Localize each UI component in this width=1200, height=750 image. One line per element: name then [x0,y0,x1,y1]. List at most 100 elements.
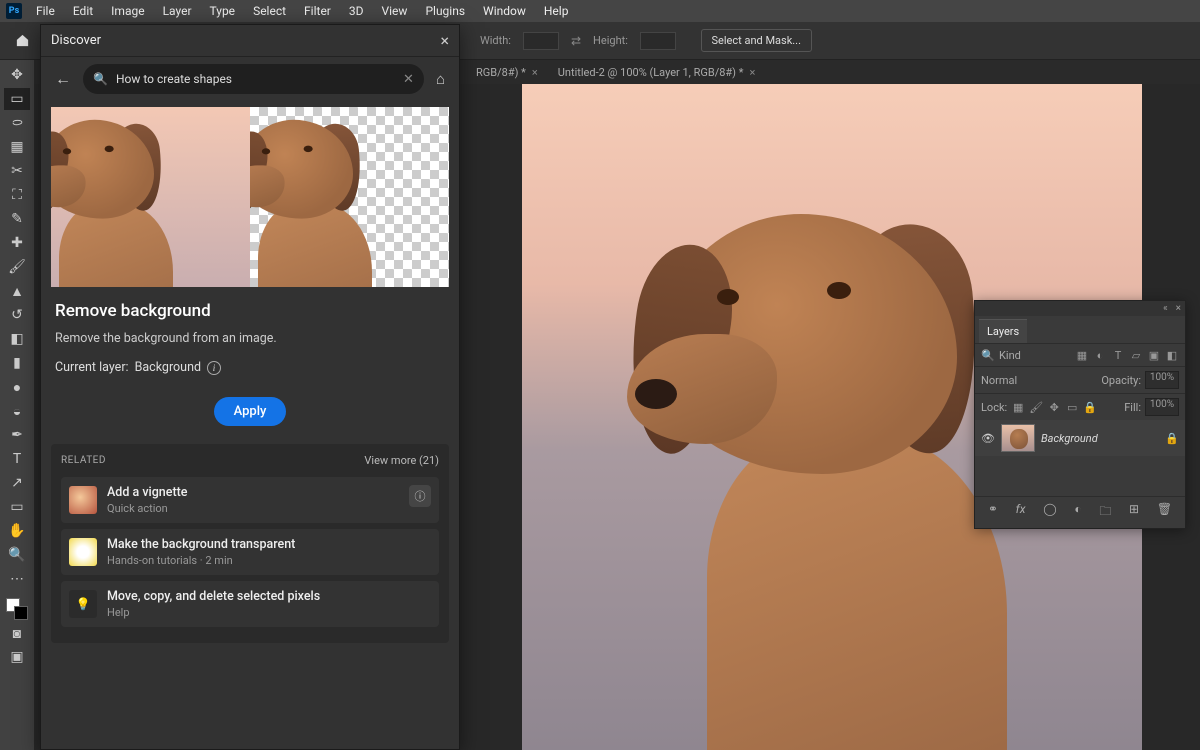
menu-layer[interactable]: Layer [155,2,200,20]
search-icon[interactable]: 🔍 [981,348,995,362]
action-heading: Remove background [55,301,445,321]
pen-tool[interactable]: ✒ [4,424,30,446]
menu-bar: Ps File Edit Image Layer Type Select Fil… [0,0,1200,22]
crop-tool[interactable]: ✂ [4,160,30,182]
home-icon [15,33,30,48]
frame-tool[interactable]: ⛶ [4,184,30,206]
swap-icon[interactable]: ⇄ [571,34,581,48]
more-tools[interactable]: ⋯ [4,568,30,590]
menu-help[interactable]: Help [536,2,577,20]
layer-row[interactable]: 👁 Background 🔒 [975,420,1185,456]
shape-tool[interactable]: ▭ [4,496,30,518]
close-icon[interactable]: × [1176,303,1181,314]
quick-mask-tool[interactable]: ◙ [4,622,30,644]
link-layers-icon[interactable]: ⚭ [988,502,998,523]
group-icon[interactable]: 🗀 [1099,502,1111,523]
info-icon[interactable]: ⓘ [409,485,431,507]
menu-edit[interactable]: Edit [65,2,101,20]
lock-pixels-icon[interactable]: ▦ [1011,400,1025,414]
fill-label: Fill: [1124,401,1141,414]
back-button[interactable]: ← [51,65,75,93]
opacity-input[interactable]: 100% [1145,371,1179,389]
discover-home-icon[interactable]: ⌂ [432,66,449,92]
menu-view[interactable]: View [374,2,416,20]
layer-name[interactable]: Background [1041,432,1159,445]
menu-select[interactable]: Select [245,2,294,20]
view-more-link[interactable]: View more (21) [364,454,439,467]
delete-icon[interactable]: 🗑 [1157,502,1172,523]
color-swatches[interactable] [6,598,28,620]
close-icon[interactable]: × [532,66,538,79]
select-and-mask-button[interactable]: Select and Mask... [701,29,813,52]
new-layer-icon[interactable]: ⊞ [1129,502,1139,523]
adjustment-icon[interactable]: ◐ [1074,502,1081,523]
clear-search-icon[interactable]: ✕ [403,72,414,87]
hand-tool[interactable]: ✋ [4,520,30,542]
history-brush-tool[interactable]: ↺ [4,304,30,326]
opt-height-input[interactable] [640,32,676,50]
filter-adjust-icon[interactable]: ◐ [1093,348,1107,362]
marquee-tool[interactable]: ▭ [4,88,30,110]
info-icon[interactable]: i [207,361,221,375]
close-icon[interactable]: × [440,31,449,50]
filter-toggle-icon[interactable]: ◧ [1165,348,1179,362]
brush-tool[interactable]: 🖌 [4,256,30,278]
filter-pixel-icon[interactable]: ▦ [1075,348,1089,362]
fx-icon[interactable]: fx [1016,502,1026,523]
related-item[interactable]: Make the background transparentHands-on … [61,529,439,575]
related-item[interactable]: 💡 Move, copy, and delete selected pixels… [61,581,439,627]
search-input[interactable] [116,72,395,86]
menu-image[interactable]: Image [103,2,152,20]
menu-type[interactable]: Type [202,2,244,20]
lock-all-icon[interactable]: 🔒 [1083,400,1097,414]
apply-button[interactable]: Apply [214,397,287,426]
menu-3d[interactable]: 3D [341,2,372,20]
eyedropper-tool[interactable]: ✎ [4,208,30,230]
mask-icon[interactable]: ◯ [1043,502,1056,523]
path-tool[interactable]: ↗ [4,472,30,494]
menu-window[interactable]: Window [475,2,534,20]
filter-smart-icon[interactable]: ▣ [1147,348,1161,362]
move-tool[interactable]: ✥ [4,64,30,86]
layers-tab[interactable]: Layers [979,319,1027,343]
eraser-tool[interactable]: ◧ [4,328,30,350]
action-description: Remove the background from an image. [55,331,445,346]
close-icon[interactable]: × [749,66,755,79]
opt-width-input[interactable] [523,32,559,50]
thumbnail-icon [69,538,97,566]
screen-mode-tool[interactable]: ▣ [4,646,30,668]
lightbulb-icon: 💡 [69,590,97,618]
menu-plugins[interactable]: Plugins [417,2,473,20]
related-item[interactable]: Add a vignetteQuick action ⓘ [61,477,439,523]
zoom-tool[interactable]: 🔍 [4,544,30,566]
doc-tab-2[interactable]: Untitled-2 @ 100% (Layer 1, RGB/8#) *× [548,63,766,82]
filter-type-icon[interactable]: T [1111,348,1125,362]
search-box[interactable]: 🔍 ✕ [83,64,424,94]
stamp-tool[interactable]: ▲ [4,280,30,302]
collapse-icon[interactable]: « [1163,303,1168,314]
kind-select[interactable]: Kind [999,349,1071,362]
layer-thumbnail[interactable] [1001,424,1035,452]
object-select-tool[interactable]: ▦ [4,136,30,158]
fill-input[interactable]: 100% [1145,398,1179,416]
lock-icon[interactable]: 🔒 [1165,432,1179,445]
home-button[interactable] [8,27,36,55]
blur-tool[interactable]: ● [4,376,30,398]
filter-shape-icon[interactable]: ▱ [1129,348,1143,362]
healing-tool[interactable]: ✚ [4,232,30,254]
gradient-tool[interactable]: ▮ [4,352,30,374]
type-tool[interactable]: T [4,448,30,470]
lasso-tool[interactable] [4,112,30,134]
blend-mode-select[interactable]: Normal [981,374,1097,387]
thumbnail-icon [69,486,97,514]
menu-filter[interactable]: Filter [296,2,339,20]
menu-file[interactable]: File [28,2,63,20]
lock-position-icon[interactable]: ✥ [1047,400,1061,414]
dodge-tool[interactable]: ◒ [4,400,30,422]
lock-brush-icon[interactable]: 🖌 [1029,400,1043,414]
lock-artboard-icon[interactable]: ▭ [1065,400,1079,414]
discover-title: Discover [51,33,101,48]
visibility-icon[interactable]: 👁 [981,432,995,445]
doc-tab-1[interactable]: RGB/8#) *× [466,63,548,82]
tools-panel: ✥ ▭ ▦ ✂ ⛶ ✎ ✚ 🖌 ▲ ↺ ◧ ▮ ● ◒ ✒ T ↗ ▭ ✋ 🔍 … [0,60,34,750]
